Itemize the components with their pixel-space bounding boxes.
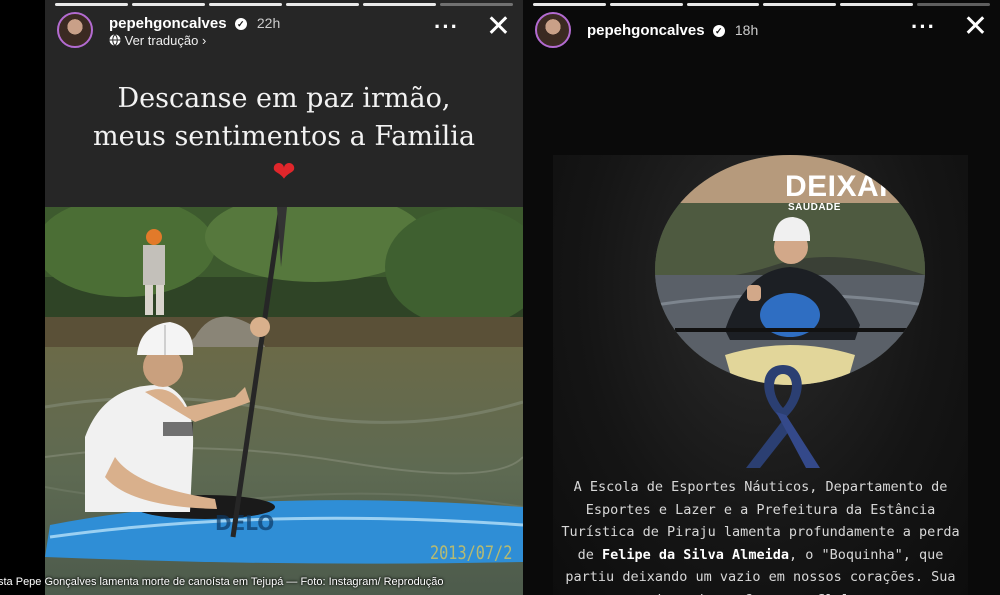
memorial-subtitle: SAUDADE bbox=[788, 202, 841, 213]
avatar[interactable] bbox=[535, 12, 571, 48]
svg-text:DELO: DELO bbox=[215, 511, 274, 535]
chevron-right-icon: › bbox=[201, 33, 207, 48]
more-icon[interactable]: ··· bbox=[434, 14, 459, 40]
more-icon[interactable]: ··· bbox=[911, 14, 936, 40]
story-header: pepehgoncalves ✓ 18h ··· ✕ bbox=[535, 12, 988, 52]
close-icon[interactable]: ✕ bbox=[963, 12, 988, 42]
username-row: pepehgoncalves ✓ 22h bbox=[109, 15, 280, 32]
verified-icon: ✓ bbox=[234, 18, 247, 30]
post-time: 18h bbox=[734, 22, 759, 38]
story-text: Descanse em paz irmão, meus sentimentos … bbox=[45, 80, 523, 156]
story-progress bbox=[55, 3, 513, 6]
mourning-ribbon-icon bbox=[746, 365, 820, 468]
globe-icon bbox=[109, 34, 121, 46]
photo-caption: sta Pepe Gonçalves lamenta morte de cano… bbox=[0, 576, 444, 588]
memorial-title: DEIXAR bbox=[785, 170, 902, 203]
photo-date-stamp: 2013/07/2 bbox=[430, 542, 513, 564]
avatar[interactable] bbox=[57, 12, 93, 48]
verified-icon: ✓ bbox=[712, 25, 725, 37]
heart-icon: ❤ bbox=[272, 156, 296, 187]
close-icon[interactable]: ✕ bbox=[486, 12, 511, 42]
story-text-line1: Descanse em paz irmão, bbox=[117, 83, 451, 114]
username[interactable]: pepehgoncalves bbox=[587, 22, 705, 39]
story-progress bbox=[533, 3, 990, 6]
translate-label: Ver tradução bbox=[124, 33, 199, 48]
deceased-name: Felipe da Silva Almeida bbox=[602, 546, 789, 563]
memorial-card: DEIXAR SAUDADE A Escola de Esportes Náut… bbox=[553, 155, 968, 595]
memorial-photo: DEIXAR SAUDADE bbox=[655, 155, 925, 385]
username-row: pepehgoncalves ✓ 18h bbox=[587, 22, 758, 39]
story-text-line2: meus sentimentos a Familia bbox=[93, 121, 475, 152]
story-right[interactable]: pepehgoncalves ✓ 18h ··· ✕ DEIXAR SAUDAD… bbox=[523, 0, 1000, 595]
kayak-photo: DELO 2013/07/2 bbox=[45, 207, 523, 595]
memorial-paragraph: A Escola de Esportes Náuticos, Departame… bbox=[553, 476, 968, 595]
translate-link[interactable]: Ver tradução › bbox=[109, 33, 206, 48]
story-header: pepehgoncalves ✓ 22h Ver tradução › ··· … bbox=[57, 12, 511, 52]
story-left[interactable]: pepehgoncalves ✓ 22h Ver tradução › ··· … bbox=[45, 0, 523, 595]
username[interactable]: pepehgoncalves bbox=[109, 15, 227, 32]
post-time: 22h bbox=[256, 15, 281, 31]
